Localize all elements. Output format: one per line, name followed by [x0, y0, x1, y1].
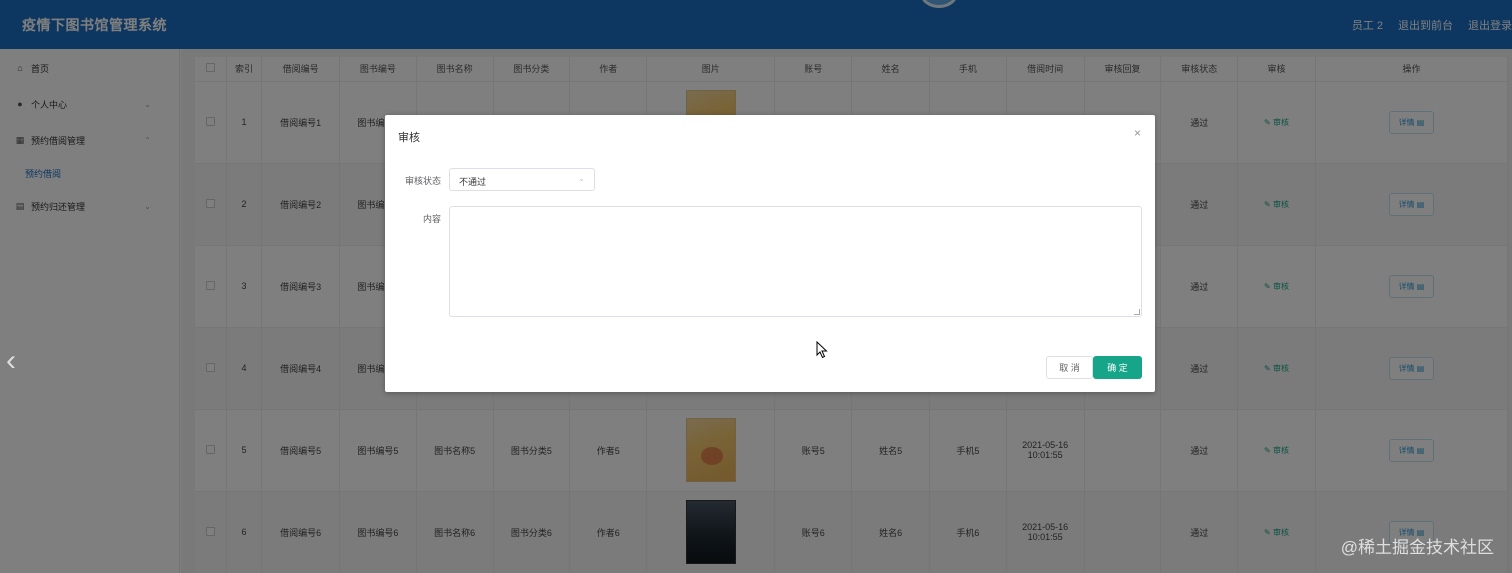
close-icon[interactable]: × [1134, 126, 1141, 140]
audit-status-select[interactable]: 不通过 ⌄ [449, 168, 595, 191]
content-textarea[interactable] [449, 206, 1142, 317]
mouse-cursor-icon [816, 341, 828, 359]
audit-dialog: 审核 × 审核状态 不通过 ⌄ 内容 取 消 确 定 [385, 115, 1155, 392]
chevron-down-icon: ⌄ [578, 174, 585, 183]
chevron-left-icon[interactable]: ‹ [6, 346, 24, 378]
confirm-button[interactable]: 确 定 [1093, 356, 1142, 379]
audit-status-value: 不通过 [459, 177, 487, 187]
dialog-title: 审核 [398, 132, 420, 144]
content-label: 内容 [422, 214, 441, 224]
cancel-button[interactable]: 取 消 [1046, 356, 1093, 379]
audit-status-label: 审核状态 [404, 176, 441, 186]
watermark: @稀土掘金技术社区 [1340, 538, 1494, 557]
resize-handle-icon[interactable] [1134, 309, 1140, 315]
